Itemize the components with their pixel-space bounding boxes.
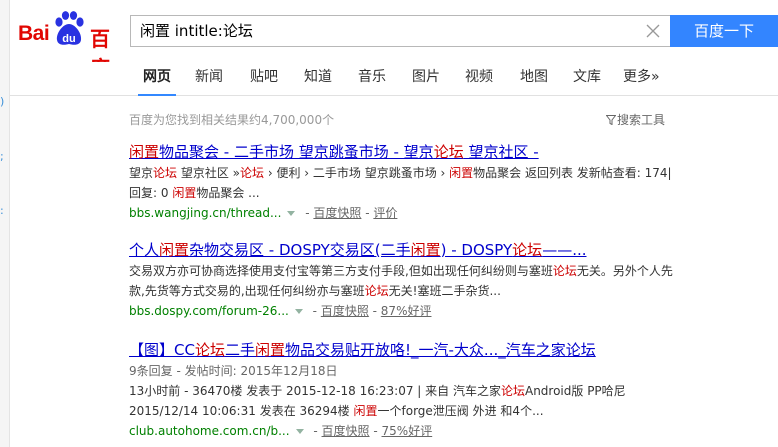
result-title-link[interactable]: 闲置物品聚会 - 二手市场 望京跳蚤市场 - 望京论坛 望京社区 - [129, 141, 674, 163]
result-title-link[interactable]: 【图】CC论坛二手闲置物品交易贴开放咯!_一汽-大众..._汽车之家论坛 [129, 339, 674, 361]
search-input[interactable] [140, 16, 630, 46]
tab-9[interactable]: 更多» [623, 67, 660, 87]
result-url[interactable]: bbs.wangjing.cn/thread... [129, 206, 281, 220]
logo-paw-text: du [62, 33, 75, 45]
search-result: 个人闲置杂物交易区 - DOSPY交易区(二手闲置) - DOSPY论坛——..… [129, 239, 674, 321]
filter-icon [606, 115, 616, 125]
result-url-row: bbs.dospy.com/forum-26... - 百度快照 - 87%好评 [129, 301, 674, 321]
caret-down-icon[interactable] [295, 428, 304, 434]
browser-left-edge: ) ; : [0, 0, 10, 447]
tab-2[interactable]: 贴吧 [250, 67, 278, 87]
result-abstract: 望京论坛 望京社区 »论坛 › 便利 › 二手市场 望京跳蚤市场 › 闲置物品聚… [129, 166, 672, 200]
tab-0[interactable]: 网页 [138, 67, 176, 96]
result-abstract: 13小时前 - 36470楼 发表于 2015-12-18 16:23:07 |… [129, 384, 626, 418]
search-result: 【图】CC论坛二手闲置物品交易贴开放咯!_一汽-大众..._汽车之家论坛 9条回复… [129, 339, 674, 441]
caret-down-icon[interactable] [287, 210, 296, 216]
separator: - [368, 304, 381, 318]
result-url-row: club.autohome.com.cn/b... - 百度快照 - 75%好评 [129, 421, 674, 441]
separator: - [369, 424, 382, 438]
tab-3[interactable]: 知道 [304, 67, 332, 87]
result-abstract: 交易双方亦可协商选择使用支付宝等第三方支付手段,但如出现任何纠纷则与塞班论坛无关… [129, 264, 673, 298]
snapshot-link[interactable]: 百度快照 [321, 304, 369, 318]
edge-glyph: ; [0, 150, 4, 163]
result-meta: 9条回复 - 发帖时间: 2015年12月18日 [129, 364, 338, 378]
result-title-link[interactable]: 个人闲置杂物交易区 - DOSPY交易区(二手闲置) - DOSPY论坛——..… [129, 239, 674, 261]
tab-1[interactable]: 新闻 [195, 67, 223, 87]
caret-down-icon[interactable] [294, 308, 303, 314]
paw-icon: du [55, 11, 84, 45]
result-url-row: bbs.wangjing.cn/thread... - 百度快照 - 评价 [129, 203, 674, 223]
separator: - [308, 304, 321, 318]
tab-5[interactable]: 图片 [412, 67, 440, 87]
tab-4[interactable]: 音乐 [358, 67, 386, 87]
result-url[interactable]: club.autohome.com.cn/b... [129, 424, 290, 438]
search-box[interactable] [130, 15, 671, 47]
rating-link[interactable]: 评价 [373, 206, 397, 220]
result-stats: 百度为您找到相关结果约4,700,000个 [129, 113, 335, 127]
search-result: 闲置物品聚会 - 二手市场 望京跳蚤市场 - 望京论坛 望京社区 - 望京论坛 望… [129, 141, 674, 223]
search-tools-label: 搜索工具 [617, 113, 666, 127]
separator: - [301, 206, 314, 220]
tab-7[interactable]: 地图 [520, 67, 548, 87]
separator: - [309, 424, 322, 438]
edge-glyph: ) [0, 95, 5, 108]
edge-glyph: : [0, 204, 4, 217]
search-button[interactable]: 百度一下 [670, 15, 778, 47]
snapshot-link[interactable]: 百度快照 [322, 424, 370, 438]
snapshot-link[interactable]: 百度快照 [313, 206, 361, 220]
rating-link[interactable]: 75%好评 [382, 424, 433, 438]
tab-8[interactable]: 文库 [573, 67, 601, 87]
result-url[interactable]: bbs.dospy.com/forum-26... [129, 304, 289, 318]
logo-text-bai: Bai [18, 22, 50, 45]
search-tabs: 网页 新闻 贴吧 知道 音乐 图片 视频 地图 文库 更多» [10, 62, 778, 96]
baidu-logo[interactable]: Bai du 百度 [18, 11, 128, 80]
search-tools-button[interactable]: 搜索工具 [606, 111, 665, 128]
tab-6[interactable]: 视频 [465, 67, 493, 87]
clear-icon[interactable] [645, 23, 661, 39]
rating-link[interactable]: 87%好评 [381, 304, 432, 318]
header: Bai du 百度 百度一下 [10, 0, 778, 80]
separator: - [361, 206, 374, 220]
